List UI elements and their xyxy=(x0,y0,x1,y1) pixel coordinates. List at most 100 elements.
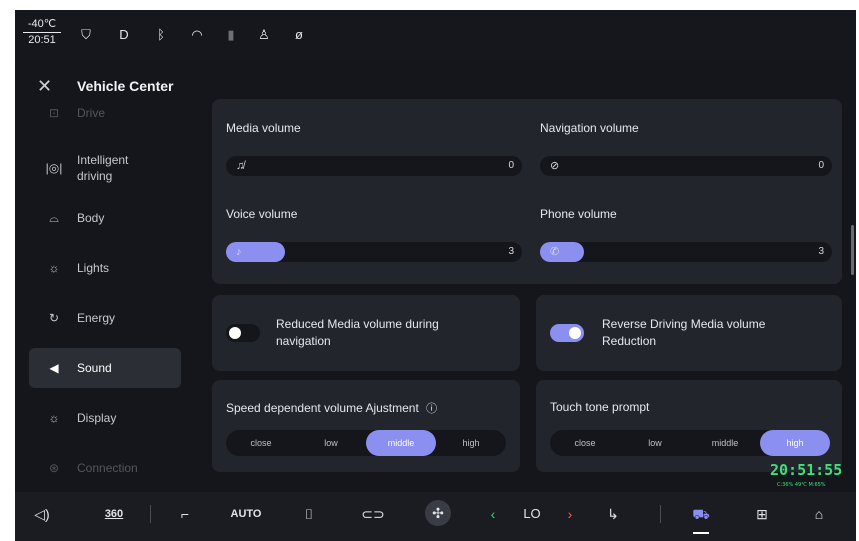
reverse-driving-toggle[interactable] xyxy=(550,324,584,342)
recirculation-icon[interactable]: ⊂⊃ xyxy=(359,492,387,536)
fan-level-value: LO xyxy=(523,506,541,521)
sidebar-item-label: Intelligent driving xyxy=(77,153,129,183)
status-bar: -40℃ 20:51 ⛉ D ᛒ ◠ ▮ ♙ ø xyxy=(15,10,856,60)
touch-tone-label: Touch tone prompt xyxy=(550,400,650,414)
speed-option-low[interactable]: low xyxy=(296,430,366,456)
sidebar-item-label: Drive xyxy=(77,106,106,120)
info-icon[interactable]: ⓘ xyxy=(426,403,437,415)
apps-icon[interactable]: ⊞ xyxy=(750,492,774,536)
scrollbar[interactable] xyxy=(851,225,854,275)
connection-icon: ⊛ xyxy=(48,461,60,475)
sidebar-item-label: Energy xyxy=(77,311,116,325)
sidebar-item-label: Lights xyxy=(77,261,110,275)
chevron-right-icon[interactable]: › xyxy=(563,492,577,536)
reverse-driving-label: Reverse Driving Media volume Reduction xyxy=(602,317,766,348)
temperature-time: -40℃ 20:51 xyxy=(23,17,61,48)
microphone-icon: ♪ xyxy=(236,246,242,258)
media-volume-value: 0 xyxy=(508,160,514,171)
user-icon: ♙ xyxy=(258,27,270,42)
headlight-icon: D xyxy=(119,27,129,42)
navigation-volume-slider[interactable]: ⊘ 0 xyxy=(540,156,832,176)
active-indicator xyxy=(693,532,709,534)
intelligent-driving-icon: |◎| xyxy=(45,161,63,175)
navigation-volume-label: Navigation volume xyxy=(540,121,639,135)
sidebar-item-energy[interactable]: ↻ Energy xyxy=(29,298,181,338)
reduced-media-toggle[interactable] xyxy=(226,324,260,342)
speed-volume-label: Speed dependent volume Ajustment ⓘ xyxy=(226,400,437,416)
speed-option-high[interactable]: high xyxy=(436,430,506,456)
360-view-button[interactable]: 360 xyxy=(99,492,129,536)
energy-icon: ↻ xyxy=(48,311,60,325)
media-volume-label: Media volume xyxy=(226,121,301,135)
reduced-media-panel: Reduced Media volume during navigation xyxy=(212,295,520,371)
tone-option-close[interactable]: close xyxy=(550,430,620,456)
page-title: Vehicle Center xyxy=(77,78,174,94)
navigation-volume-value: 0 xyxy=(818,160,824,171)
reduced-media-label: Reduced Media volume during navigation xyxy=(276,317,439,348)
drive-icon: ⊡ xyxy=(48,106,60,120)
toggle-knob xyxy=(229,327,241,339)
home-icon[interactable]: ⌂ xyxy=(807,492,831,536)
volume-icon[interactable]: ◁) xyxy=(30,492,54,536)
vehicle-icon[interactable]: ⛟ xyxy=(688,492,714,536)
close-icon[interactable]: ✕ xyxy=(37,76,52,96)
phone-volume-value: 3 xyxy=(818,246,824,257)
signal-icon: ▮ xyxy=(227,27,235,42)
phone-volume-label: Phone volume xyxy=(540,207,617,221)
sidebar-item-body[interactable]: ⌓ Body xyxy=(29,198,181,238)
car-body-icon: ⌓ xyxy=(49,211,59,225)
sidebar-item-label: Display xyxy=(77,411,117,425)
sidebar-item-sound[interactable]: ◀ Sound xyxy=(29,348,181,388)
temperature-readout: -40℃ xyxy=(23,17,61,33)
sidebar-item-display[interactable]: ☼ Display xyxy=(29,398,181,438)
slider-fill xyxy=(540,242,584,262)
toggle-knob xyxy=(569,327,581,339)
clock-overlay: 20:51:55 xyxy=(770,461,843,479)
speed-option-middle[interactable]: middle xyxy=(366,430,436,456)
tone-option-high[interactable]: high xyxy=(760,430,830,456)
touch-tone-selector: close low middle high xyxy=(550,430,830,456)
sidebar-item-label: Body xyxy=(77,211,105,225)
tone-option-middle[interactable]: middle xyxy=(690,430,760,456)
rear-defrost-icon[interactable]: ⌷ xyxy=(297,492,321,536)
speaker-icon: ◀ xyxy=(49,361,59,375)
speed-volume-text: Speed dependent volume Ajustment xyxy=(226,401,419,415)
speed-volume-selector: close low middle high xyxy=(226,430,506,456)
sidebar-item-lights[interactable]: ☼ Lights xyxy=(29,248,181,288)
time-readout: 20:51 xyxy=(28,34,56,46)
sidebar-item-connection[interactable]: ⊛ Connection xyxy=(29,448,181,488)
seat-heat-icon[interactable]: ↳ xyxy=(601,492,625,536)
sidebar-item-label: Sound xyxy=(77,361,112,375)
sidebar-item-label: Connection xyxy=(77,461,138,475)
lights-icon: ☼ xyxy=(48,261,60,275)
navigation-muted-icon: ⊘ xyxy=(550,160,560,172)
bluetooth-icon: ᛒ xyxy=(157,27,165,42)
voice-volume-value: 3 xyxy=(508,246,514,257)
media-muted-icon: ♫̸ xyxy=(236,160,245,172)
tone-option-low[interactable]: low xyxy=(620,430,690,456)
eye-off-icon: ø xyxy=(295,27,303,42)
media-volume-slider[interactable]: ♫̸ 0 xyxy=(226,156,522,176)
voice-volume-label: Voice volume xyxy=(226,207,298,221)
vehicle-center-screen: -40℃ 20:51 ⛉ D ᛒ ◠ ▮ ♙ ø ✕ Vehicle Cente… xyxy=(15,10,856,541)
sidebar-item-intelligent-driving[interactable]: |◎| Intelligent driving xyxy=(29,148,181,188)
voice-volume-slider[interactable]: ♪ 3 xyxy=(226,242,522,262)
bottom-dock: ◁) 360 ⌐ AUTO ⌷ ⊂⊃ ✣ ‹ LO › ↳ ⛟ ⊞ ⌂ xyxy=(15,492,856,541)
phone-icon: ✆ xyxy=(550,246,560,258)
chevron-left-icon[interactable]: ‹ xyxy=(486,492,500,536)
clock-overlay-sub: C:36% 49℃ M:65% xyxy=(777,482,826,488)
speed-volume-panel: Speed dependent volume Ajustment ⓘ close… xyxy=(212,380,520,472)
fan-icon[interactable]: ✣ xyxy=(425,500,451,526)
touch-tone-panel: Touch tone prompt close low middle high xyxy=(536,380,842,472)
sidebar-item-drive[interactable]: ⊡ Drive xyxy=(29,106,181,126)
speed-option-close[interactable]: close xyxy=(226,430,296,456)
display-icon: ☼ xyxy=(48,411,60,425)
shield-icon: ⛉ xyxy=(81,27,91,42)
seat-icon[interactable]: ⌐ xyxy=(173,492,197,536)
reverse-driving-panel: Reverse Driving Media volume Reduction xyxy=(536,295,842,371)
volume-panel: Media volume ♫̸ 0 Navigation volume ⊘ 0 … xyxy=(212,99,842,284)
phone-volume-slider[interactable]: ✆ 3 xyxy=(540,242,832,262)
dock-divider xyxy=(150,505,151,523)
wifi-icon: ◠ xyxy=(191,27,203,42)
auto-ac-button[interactable]: AUTO xyxy=(229,492,263,536)
